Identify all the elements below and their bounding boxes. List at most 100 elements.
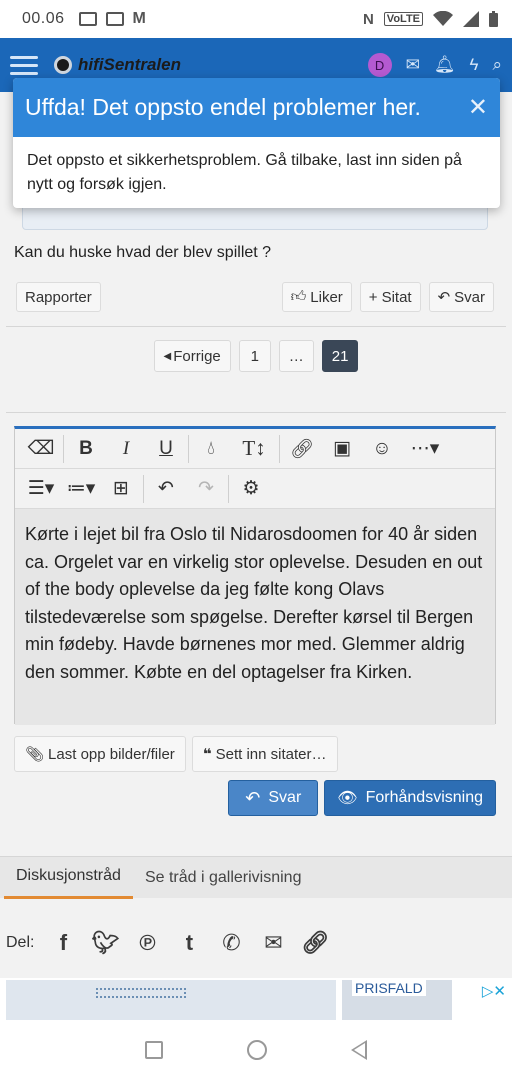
divider	[6, 412, 506, 413]
bold-icon[interactable]: B	[66, 432, 106, 466]
reply-post-button[interactable]: ↶ Svar	[428, 282, 494, 312]
divider	[6, 326, 506, 327]
status-icons-left: M	[78, 10, 146, 28]
editor-toolbar-row-1: ⌫ B I U 💧︎ T↕ 🔗︎ ▣ ☺ ⋯▾	[15, 429, 495, 469]
home-icon[interactable]	[247, 1040, 267, 1060]
error-dialog: Uffda! Det oppsto endel problemer her. ✕…	[13, 78, 500, 208]
link-icon[interactable]: 🔗︎	[301, 930, 329, 956]
smiley-icon[interactable]: ☺	[362, 432, 402, 466]
whatsapp-icon[interactable]: ✆	[218, 930, 244, 956]
submit-actions: ↶ Svar 👁︎ Forhåndsvisning	[228, 780, 496, 816]
upload-files-button[interactable]: 📎︎ Last opp bilder/filer	[14, 736, 186, 772]
reply-arrow-icon: ↶	[245, 787, 261, 808]
report-button[interactable]: Rapporter	[16, 282, 101, 312]
eraser-icon[interactable]: ⌫	[21, 432, 61, 466]
dialog-title: Uffda! Det oppsto endel problemer her.	[25, 94, 421, 120]
pagination-page-current[interactable]: 21	[321, 340, 359, 372]
ad-image	[6, 980, 336, 1020]
logo-disc-icon	[54, 56, 72, 74]
settings-icon[interactable]: ⚙	[231, 472, 271, 506]
plus-icon: +	[368, 288, 378, 306]
quote-button[interactable]: + Sitat	[359, 282, 421, 312]
link-icon[interactable]: 🔗︎	[282, 432, 322, 466]
upload-label: Last opp bilder/filer	[48, 745, 175, 763]
nfc-icon: N	[362, 10, 374, 28]
like-label: Liker	[310, 288, 343, 306]
wifi-icon	[433, 11, 453, 26]
post-body: Kan du huske hvad der blev spillet ?	[14, 244, 272, 261]
post-actions: Rapporter 👍︎ Liker + Sitat ↶ Svar	[16, 282, 494, 312]
ad-badge: PRISFALD	[352, 980, 426, 996]
insert-quotes-button[interactable]: ❝ Sett inn sitater…	[191, 736, 338, 772]
back-icon[interactable]	[351, 1040, 367, 1060]
thread-tabs: Diskusjonstråd Se tråd i gallerivisning	[0, 856, 512, 899]
email-icon[interactable]: ✉	[260, 930, 286, 956]
preview-button[interactable]: 👁︎ Forhåndsvisning	[324, 780, 496, 816]
tumblr-icon[interactable]: t	[176, 930, 202, 956]
underline-icon[interactable]: U	[146, 432, 186, 466]
status-icons-right: N VoLTE	[363, 11, 498, 28]
tab-discussion[interactable]: Diskusjonstråd	[4, 857, 133, 899]
header-actions: D ✉ 🔔︎ ϟ ⌕	[367, 53, 502, 77]
quote-marks-icon: ❝	[202, 746, 212, 763]
share-bar: Del: f 🐦︎ ℗ t ✆ ✉ 🔗︎	[6, 930, 329, 956]
prev-label: Forrige	[173, 347, 221, 365]
recents-icon[interactable]	[145, 1041, 163, 1059]
pagination-ellipsis[interactable]: …	[278, 340, 314, 372]
page-content: Kan du huske hvad der blev spillet ? Rap…	[0, 92, 512, 1020]
text-size-icon[interactable]: T↕	[231, 432, 277, 466]
dialog-message: Det oppsto et sikkerhetsproblem. Gå tilb…	[27, 152, 462, 193]
inbox-icon[interactable]: ✉	[406, 55, 420, 75]
pinterest-icon[interactable]: ℗	[134, 930, 160, 956]
facebook-icon[interactable]: f	[50, 930, 76, 956]
like-button[interactable]: 👍︎ Liker	[281, 282, 352, 312]
quote-label: Sitat	[381, 288, 412, 306]
reply-editor: ⌫ B I U 💧︎ T↕ 🔗︎ ▣ ☺ ⋯▾ ☰▾ ≔▾ ⊞ ↶ ↷ ⚙ Kø…	[14, 426, 496, 725]
color-drop-icon[interactable]: 💧︎	[191, 432, 231, 466]
reply-label: Svar	[268, 789, 302, 806]
pagination: ◀ Forrige 1 … 21	[0, 340, 512, 372]
align-icon[interactable]: ☰▾	[21, 472, 61, 506]
caret-left-icon: ◀	[163, 350, 172, 362]
gmail-icon: M	[132, 10, 146, 27]
search-icon[interactable]: ⌕	[492, 55, 502, 75]
bell-icon[interactable]: 🔔︎	[434, 55, 456, 75]
status-bar: 00.06 M N VoLTE	[0, 0, 512, 38]
report-label: Rapporter	[25, 288, 92, 306]
pagination-page-1[interactable]: 1	[238, 340, 271, 372]
insert-quotes-label: Sett inn sitater…	[215, 745, 327, 763]
logo-text: hifiSentralen	[78, 55, 181, 74]
reply-button[interactable]: ↶ Svar	[228, 780, 319, 816]
preview-label: Forhåndsvisning	[365, 789, 483, 806]
avatar[interactable]: D	[367, 53, 392, 77]
eye-icon: 👁︎	[337, 790, 358, 807]
cast-icon	[78, 12, 97, 26]
tab-gallery-view[interactable]: Se tråd i gallerivisning	[133, 857, 314, 899]
status-time: 00.06	[22, 10, 65, 27]
battery-icon	[489, 11, 498, 27]
dialog-header: Uffda! Det oppsto endel problemer her. ✕	[13, 78, 500, 137]
close-icon[interactable]: ✕	[468, 93, 488, 122]
twitter-icon[interactable]: 🐦︎	[91, 930, 119, 956]
system-nav-bar	[0, 1020, 512, 1080]
site-logo[interactable]: hifiSentralen	[54, 55, 181, 75]
lightning-icon[interactable]: ϟ	[469, 55, 478, 75]
image-icon[interactable]: ▣	[322, 432, 362, 466]
list-icon[interactable]: ≔▾	[61, 472, 101, 506]
notification-app-icon	[105, 12, 124, 26]
editor-toolbar-row-2: ☰▾ ≔▾ ⊞ ↶ ↷ ⚙	[15, 469, 495, 509]
italic-icon[interactable]: I	[106, 432, 146, 466]
undo-icon[interactable]: ↶	[146, 472, 186, 506]
paperclip-icon: 📎︎	[25, 746, 45, 763]
reply-icon: ↶	[437, 289, 451, 306]
pagination-prev[interactable]: ◀ Forrige	[153, 340, 231, 372]
redo-icon[interactable]: ↷	[186, 472, 226, 506]
ad-choices-icon[interactable]: ▷✕	[482, 982, 506, 1000]
more-icon[interactable]: ⋯▾	[402, 432, 448, 466]
table-icon[interactable]: ⊞	[101, 472, 141, 506]
editor-textarea[interactable]: Kørte i lejet bil fra Oslo til Nidarosdo…	[15, 509, 495, 725]
menu-icon[interactable]	[10, 55, 38, 75]
thumbs-up-icon: 👍︎	[290, 288, 307, 305]
signal-icon	[463, 11, 479, 27]
ad-banner[interactable]: PRISFALD ▷✕	[0, 978, 512, 1020]
